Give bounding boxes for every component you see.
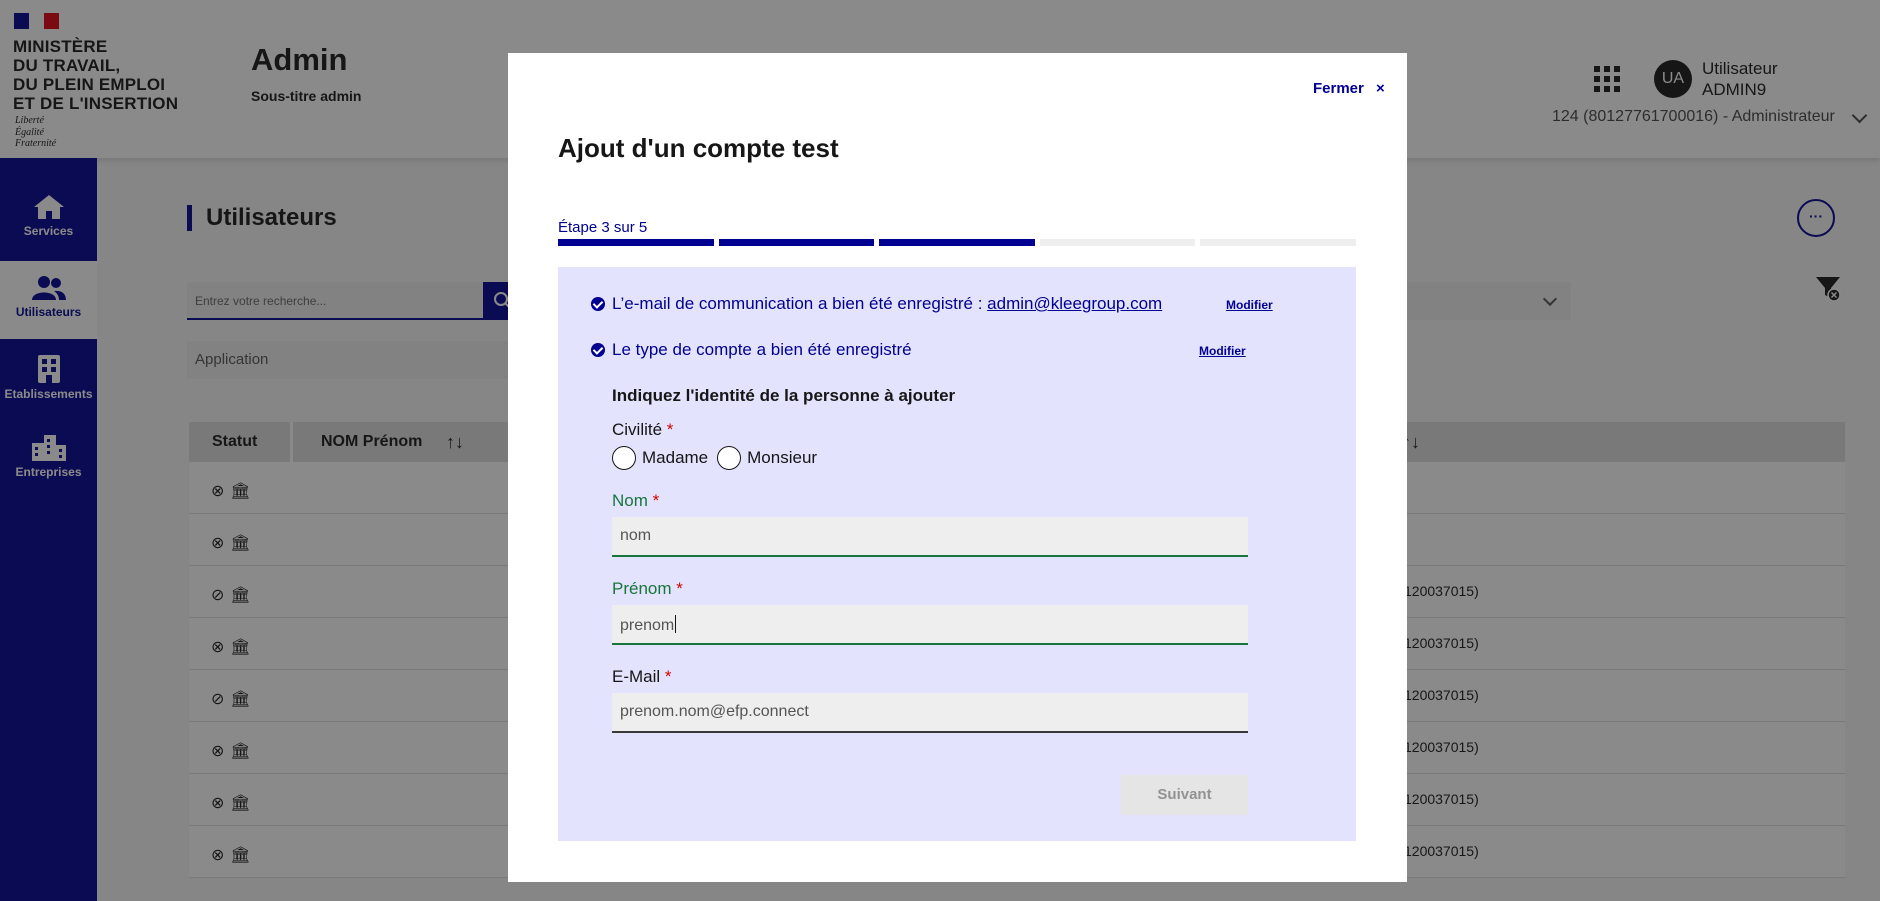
account-type-saved-message: Le type de compte a bien été enregistré: [612, 340, 912, 359]
email-saved-text: L’e-mail de communication a bien été enr…: [612, 294, 988, 313]
radio-label[interactable]: Monsieur: [747, 448, 817, 468]
next-button[interactable]: Suivant: [1121, 775, 1248, 815]
stepper-label: Étape 3 sur 5: [558, 219, 648, 236]
modify-email-link[interactable]: Modifier: [1226, 298, 1273, 312]
nom-input[interactable]: nom: [612, 517, 1248, 557]
stepper-progress: [558, 239, 1356, 246]
modal-title: Ajout d'un compte test: [558, 133, 839, 163]
prenom-input[interactable]: prenom: [612, 605, 1248, 645]
nom-label: Nom *: [612, 491, 659, 511]
close-label: Fermer: [1313, 80, 1364, 97]
radio-label[interactable]: Madame: [642, 448, 708, 468]
check-circle-icon: [591, 297, 605, 311]
modify-account-type-link[interactable]: Modifier: [1199, 344, 1246, 358]
step-bar-pending: [1039, 239, 1196, 246]
label-text: Nom: [612, 491, 648, 510]
close-button[interactable]: Fermer ×: [1313, 80, 1385, 97]
radio-monsieur[interactable]: [717, 446, 742, 470]
text-caret: [675, 615, 677, 633]
prenom-label: Prénom *: [612, 579, 683, 599]
email-link[interactable]: admin@kleegroup.com: [987, 294, 1162, 313]
required-mark: *: [652, 491, 660, 510]
email-label: E-Mail *: [612, 667, 672, 687]
step-bar-done: [558, 239, 714, 246]
input-value: prenom: [620, 617, 675, 634]
required-mark: *: [676, 579, 683, 598]
email-saved-message: L’e-mail de communication a bien été enr…: [612, 294, 1162, 314]
form-heading: Indiquez l'identité de la personne à ajo…: [612, 386, 956, 405]
label-text: Civilité: [612, 420, 663, 439]
label-text: E-Mail: [612, 667, 661, 686]
email-input[interactable]: prenom.nom@efp.connect: [612, 693, 1248, 733]
step-bar-done: [718, 239, 875, 246]
check-circle-icon: [591, 343, 605, 357]
civility-radio-group: Madame Monsieur: [612, 446, 817, 470]
step-bar-current: [879, 239, 1035, 246]
radio-madame[interactable]: [612, 446, 636, 470]
step-bar-pending: [1200, 239, 1356, 246]
close-icon: ×: [1376, 80, 1385, 97]
civility-label: Civilité *: [612, 420, 673, 440]
label-text: Prénom: [612, 579, 672, 598]
required-mark: *: [664, 667, 672, 686]
required-mark: *: [666, 420, 674, 439]
